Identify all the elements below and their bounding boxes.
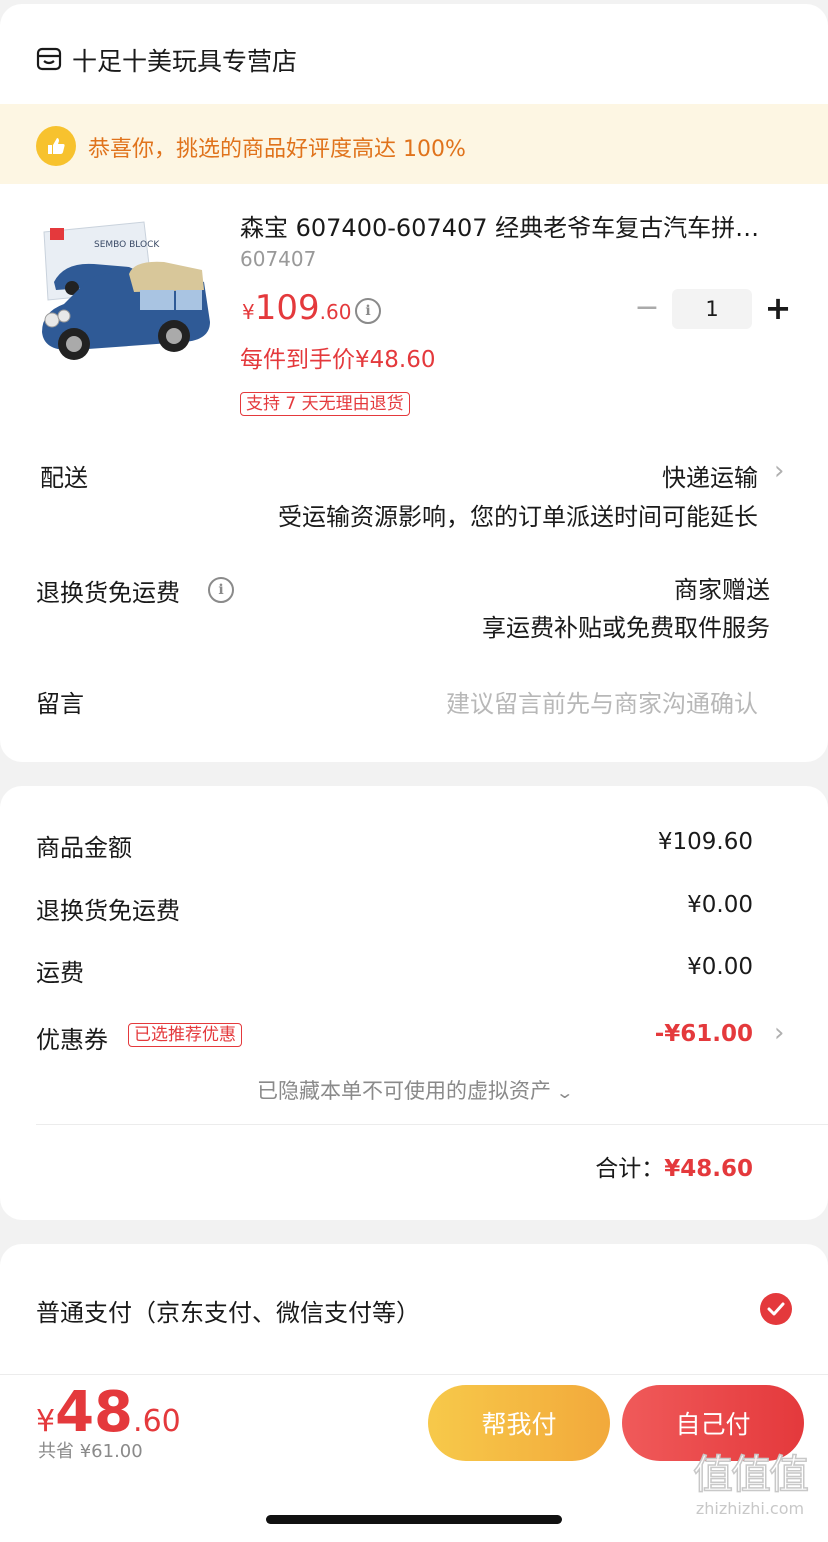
quantity-input[interactable]: 1	[672, 289, 752, 329]
order-total-label: 合计：	[595, 1156, 665, 1182]
watermark: 值值值 zhizhizhi.com	[676, 1451, 824, 1520]
hidden-assets-toggle[interactable]: 已隐藏本单不可使用的虚拟资产 ⌄	[0, 1075, 828, 1105]
product-thumbnail[interactable]: SEMBO BLOCK	[34, 212, 220, 398]
help-pay-button[interactable]: 帮我付	[428, 1385, 610, 1461]
return-fee-label: 退换货免运费	[36, 897, 180, 925]
watermark-url: zhizhizhi.com	[695, 1499, 805, 1518]
return-shipping-note: 享运费补贴或免费取件服务	[482, 614, 770, 642]
price-decimal: .60	[319, 300, 352, 324]
shipping-fee-label: 运费	[36, 959, 84, 987]
product-title[interactable]: 森宝 607400-607407 经典老爷车复古汽车拼…	[240, 208, 792, 243]
return-shipping-info-icon[interactable]: i	[208, 577, 234, 603]
saved-amount: 共省 ¥61.00	[38, 1441, 143, 1462]
store-name[interactable]: 十足十美玩具专营店	[72, 42, 297, 78]
rating-banner-text: 恭喜你，挑选的商品好评度高达 100%	[88, 137, 466, 162]
order-total: 合计：¥48.60	[595, 1149, 753, 1183]
unit-price: 每件到手价¥48.60	[240, 347, 436, 373]
delivery-method[interactable]: 快递运输	[662, 458, 758, 493]
goods-amount-label: 商品金额	[36, 834, 132, 862]
summary-divider	[36, 1124, 828, 1125]
checkmark-icon[interactable]	[760, 1293, 792, 1325]
thumbs-up-icon	[36, 126, 76, 166]
message-input[interactable]: 建议留言前先与商家沟通确认	[446, 684, 758, 719]
price-currency: ¥	[242, 300, 255, 324]
return-fee-value: ¥0.00	[687, 892, 753, 918]
chevron-down-icon: ⌄	[554, 1083, 574, 1102]
order-total-value: ¥48.60	[664, 1156, 753, 1182]
quantity-increase-button[interactable]: +	[764, 292, 792, 324]
watermark-glyphs: 值值值	[692, 1451, 810, 1499]
return-policy-badge: 支持 7 天无理由退货	[240, 392, 410, 416]
payment-option-label[interactable]: 普通支付（京东支付、微信支付等）	[36, 1293, 420, 1328]
shipping-fee-value: ¥0.00	[687, 954, 753, 980]
checkout-total-decimal: .60	[133, 1404, 181, 1439]
checkout-total-integer: 48	[55, 1380, 134, 1445]
coupon-label: 优惠券	[36, 1026, 108, 1054]
return-shipping-value: 商家赠送	[674, 576, 770, 604]
thumbnail-brand-text: SEMBO BLOCK	[94, 240, 160, 250]
coupon-value[interactable]: -¥61.00	[655, 1021, 753, 1047]
hidden-assets-text: 已隐藏本单不可使用的虚拟资产	[256, 1079, 551, 1103]
delivery-note: 受运输资源影响，您的订单派送时间可能延长	[278, 503, 758, 531]
price-info-icon[interactable]: i	[355, 298, 381, 324]
chevron-right-icon[interactable]: ›	[774, 1018, 784, 1048]
goods-amount-value: ¥109.60	[657, 829, 753, 855]
quantity-decrease-button[interactable]: −	[634, 292, 660, 324]
home-indicator[interactable]	[266, 1515, 562, 1524]
price-integer: 109	[254, 288, 320, 328]
checkout-total-currency: ¥	[36, 1404, 56, 1439]
coupon-badge: 已选推荐优惠	[128, 1023, 242, 1047]
self-pay-button[interactable]: 自己付	[622, 1385, 804, 1461]
checkout-total: ¥48.60	[36, 1380, 181, 1445]
product-sku: 607407	[240, 247, 317, 271]
return-shipping-label: 退换货免运费	[36, 579, 180, 607]
message-label: 留言	[36, 690, 84, 718]
store-icon	[36, 46, 62, 72]
chevron-right-icon[interactable]: ›	[774, 456, 784, 486]
delivery-label: 配送	[40, 464, 88, 492]
product-price: ¥109.60	[242, 288, 351, 328]
